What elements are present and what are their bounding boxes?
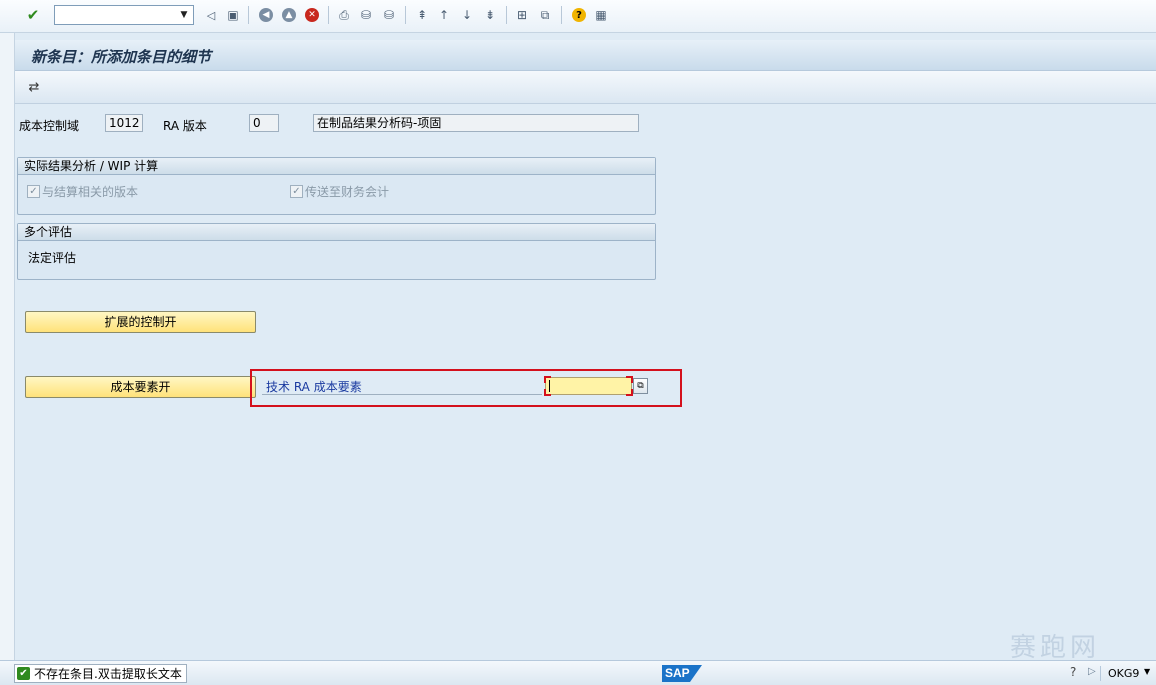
shortcut-icon[interactable]: ⧉ xyxy=(536,6,554,24)
ra-version-field: 0 xyxy=(249,114,279,132)
status-bar: ✔ 不存在条目.双击提取长文本 SAP ? ▷ OKG9 ▼ xyxy=(0,660,1156,685)
layout-icon[interactable]: ▦ xyxy=(592,6,610,24)
checkbox-checked-icon: ✓ xyxy=(290,185,303,198)
toolbar-separator xyxy=(561,6,562,24)
command-input[interactable] xyxy=(57,7,179,25)
toolbar-separator xyxy=(405,6,406,24)
checkbox-label: 与结算相关的版本 xyxy=(42,185,139,199)
checkbox-label: 传送至财务会计 xyxy=(305,185,390,199)
extended-control-button[interactable]: 扩展的控制开 xyxy=(25,311,256,333)
required-marker xyxy=(626,376,633,383)
success-check-icon: ✔ xyxy=(17,667,30,680)
toolbar-separator xyxy=(506,6,507,24)
page-title: 新条目：所添加条目的细节 xyxy=(31,48,212,66)
settlement-relevant-checkbox: ✓ 与结算相关的版本 xyxy=(27,183,138,200)
value-help-icon: ⧉ xyxy=(637,381,644,391)
status-help-icon[interactable]: ? xyxy=(1070,665,1076,679)
left-frame xyxy=(0,33,15,660)
previous-page-icon[interactable]: ↑ xyxy=(435,6,453,24)
application-toolbar: ⇄ xyxy=(15,71,1156,104)
last-page-icon[interactable]: ⇟ xyxy=(481,6,499,24)
ra-version-label: RA 版本 xyxy=(163,119,207,133)
system-toolbar: ✔ ▼ ◁ ▣ ◀ ▲ ✕ ⎙ ⛁ ⛁ ⇞ ↑ ↓ ⇟ ⊞ ⧉ ? ▦ xyxy=(0,0,1156,33)
enter-icon[interactable]: ✔ xyxy=(24,6,42,24)
transaction-code[interactable]: OKG9 xyxy=(1108,667,1139,680)
find-icon[interactable]: ⛁ xyxy=(357,6,375,24)
sap-logo: SAP xyxy=(662,665,702,682)
multiple-valuation-group: 多个评估 法定评估 xyxy=(17,223,656,280)
status-message[interactable]: ✔ 不存在条目.双击提取长文本 xyxy=(14,664,187,683)
legal-valuation-label: 法定评估 xyxy=(28,251,77,265)
back-icon[interactable]: ◀ xyxy=(257,6,275,24)
required-marker xyxy=(544,389,551,396)
tech-ra-cost-element-label: 技术 RA 成本要素 xyxy=(262,377,542,395)
cancel-icon[interactable]: ✕ xyxy=(303,6,321,24)
find-next-icon[interactable]: ⛁ xyxy=(380,6,398,24)
print-icon[interactable]: ⎙ xyxy=(335,6,353,24)
exit-icon[interactable]: ▲ xyxy=(280,6,298,24)
group-title: 实际结果分析 / WIP 计算 xyxy=(18,158,655,175)
cost-controlling-label: 成本控制域 xyxy=(19,119,80,133)
help-icon[interactable]: ? xyxy=(570,6,588,24)
next-page-icon[interactable]: ↓ xyxy=(458,6,476,24)
play-triangle-icon[interactable]: ▷ xyxy=(1088,666,1096,677)
tech-ra-cost-element-input[interactable] xyxy=(546,378,631,394)
command-field[interactable]: ▼ xyxy=(54,5,194,25)
required-marker xyxy=(626,389,633,396)
cost-elements-button[interactable]: 成本要素开 xyxy=(25,376,256,398)
transfer-to-fi-checkbox: ✓ 传送至财务会计 xyxy=(290,183,389,200)
back-triangle-icon[interactable]: ◁ xyxy=(202,6,220,24)
toolbar-separator xyxy=(328,6,329,24)
title-bar: 新条目：所添加条目的细节 xyxy=(15,40,1156,71)
save-icon[interactable]: ▣ xyxy=(224,6,242,24)
other-entry-icon[interactable]: ⇄ xyxy=(25,78,43,96)
create-session-icon[interactable]: ⊞ xyxy=(513,6,531,24)
value-help-button[interactable]: ⧉ xyxy=(633,378,648,394)
cost-controlling-field: 1012 xyxy=(105,114,143,132)
required-marker xyxy=(544,376,551,383)
group-title: 多个评估 xyxy=(18,224,655,241)
chevron-down-icon[interactable]: ▼ xyxy=(1144,667,1150,676)
ra-key-description: 在制品结果分析码-项固 xyxy=(313,114,639,132)
status-message-text: 不存在条目.双击提取长文本 xyxy=(34,667,182,681)
status-separator xyxy=(1100,666,1101,681)
toolbar-separator xyxy=(248,6,249,24)
actual-results-group: 实际结果分析 / WIP 计算 ✓ 与结算相关的版本 ✓ 传送至财务会计 xyxy=(17,157,656,215)
watermark: 赛跑网 xyxy=(1010,633,1101,663)
first-page-icon[interactable]: ⇞ xyxy=(413,6,431,24)
tech-ra-cost-element-input-wrapper[interactable] xyxy=(544,376,633,396)
chevron-down-icon[interactable]: ▼ xyxy=(176,7,192,23)
checkbox-checked-icon: ✓ xyxy=(27,185,40,198)
